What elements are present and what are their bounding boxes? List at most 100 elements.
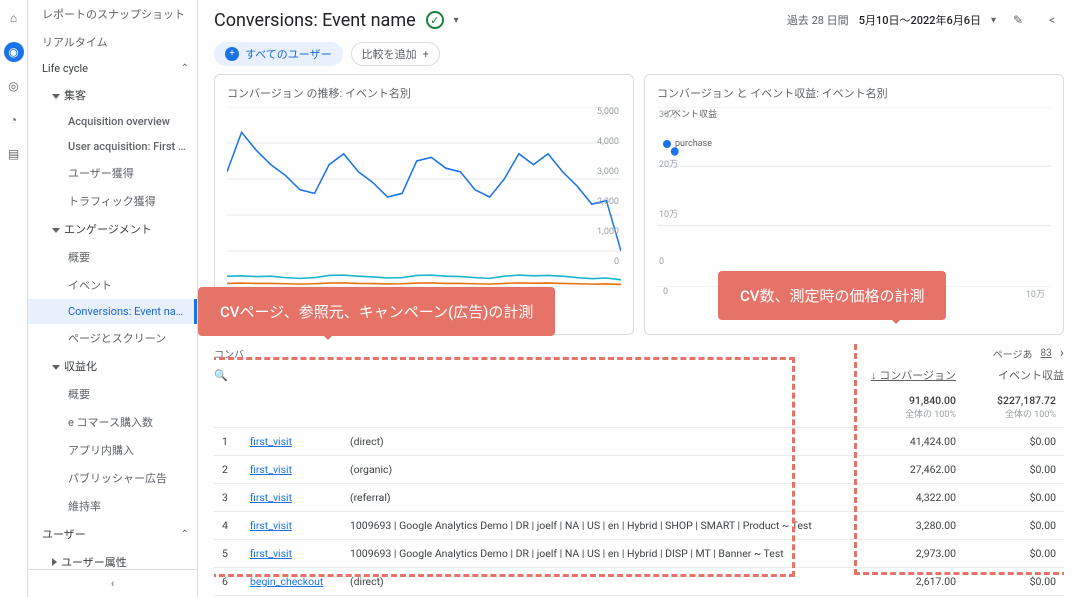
revenue-cell: $0.00 <box>964 428 1064 456</box>
sidebar-item[interactable]: イベント <box>28 271 197 299</box>
conversion-cell: 4,322.00 <box>864 484 964 512</box>
sidebar-item-label: User acquisition: First user ... <box>68 140 197 153</box>
sidebar-item-label: エンゲージメント <box>64 223 152 236</box>
chart-title: コンバージョン の推移: イベント名別 <box>227 85 621 101</box>
scatter-chart: イベント収益 purchase 30万20万10万0 <box>657 107 1051 287</box>
conversion-cell: 2,617.00 <box>864 568 964 596</box>
sidebar-item-label: レポートのスナップショット <box>42 8 185 21</box>
sidebar-item-label: ユーザー属性 <box>61 556 127 569</box>
revenue-cell: $0.00 <box>964 484 1064 512</box>
table-row: 6begin_checkout(direct)2,617.00$0.00 <box>214 568 1064 596</box>
sidebar-item[interactable]: Life cycle ⌃ <box>28 56 197 81</box>
event-link[interactable]: first_visit <box>250 491 292 504</box>
table-row: 2 first_visit (organic)27,462.00$0.00 <box>214 456 1064 484</box>
sidebar-item-label: e コマース購入数 <box>68 416 153 429</box>
sidebar-item[interactable]: トラフィック獲得 <box>28 187 197 215</box>
chevron-up-icon: ⌃ <box>181 63 189 74</box>
sidebar-item[interactable]: 維持率 <box>28 492 197 520</box>
date-range-prefix: 過去 28 日間 <box>787 12 849 28</box>
sidebar-item[interactable]: アプリ内購入 <box>28 436 197 464</box>
event-link[interactable]: first_visit <box>250 435 292 448</box>
explore-icon[interactable]: ◎ <box>4 76 24 96</box>
search-input[interactable] <box>236 369 420 381</box>
next-page-icon[interactable]: › <box>1060 345 1064 361</box>
chevron-icon <box>52 365 60 370</box>
line-chart: 5,0004,0003,0002,0001,0000 <box>227 107 621 287</box>
sidebar-item-label: リアルタイム <box>42 36 108 49</box>
row-index: 5 <box>214 540 242 568</box>
home-icon[interactable]: ⌂ <box>4 8 24 28</box>
sidebar-item[interactable]: ユーザー獲得 <box>28 159 197 187</box>
sidebar-item[interactable]: 概要 <box>28 243 197 271</box>
icon-rail: ⌂ ◉ ◎ ◔ ▤ <box>0 0 28 597</box>
reports-icon[interactable]: ◉ <box>4 42 24 62</box>
total-conversion: 91,840.00 <box>872 394 956 407</box>
status-check-icon: ✓ <box>426 11 444 29</box>
revenue-cell: $0.00 <box>964 456 1064 484</box>
event-link[interactable]: begin_checkout <box>250 575 323 588</box>
sidebar-item[interactable]: Acquisition overview <box>28 109 197 134</box>
sidebar-item[interactable]: パブリッシャー広告 <box>28 464 197 492</box>
chevron-icon <box>52 558 57 566</box>
data-table: 91,840.00 全体の 100% $227,187.72 全体の 100% … <box>214 387 1064 597</box>
sidebar-item[interactable]: 収益化 <box>28 352 197 380</box>
customize-icon[interactable]: ✎ <box>1006 8 1030 32</box>
x-secondary-label: コンバ <box>214 346 244 361</box>
annotation-right: CV数、測定時の価格の計測 <box>718 271 946 320</box>
chevron-down-icon[interactable]: ▾ <box>991 15 996 26</box>
rows-per-page-label: ページあ <box>993 346 1033 361</box>
conversion-cell: 27,462.00 <box>864 456 964 484</box>
all-users-chip[interactable]: + すべてのユーザー <box>214 42 343 66</box>
chevron-down-icon[interactable]: ▾ <box>454 15 459 26</box>
rows-per-page-value[interactable]: 83 <box>1041 348 1052 359</box>
filter-chips: + すべてのユーザー 比較を追加 + <box>198 40 1080 74</box>
compare-label: 比較を追加 <box>362 46 417 62</box>
sidebar-item-label: イベント <box>68 279 112 292</box>
event-link[interactable]: first_visit <box>250 547 292 560</box>
configure-icon[interactable]: ▤ <box>4 144 24 164</box>
col-revenue-header[interactable]: イベント収益 <box>964 367 1064 383</box>
sidebar-item[interactable]: レポートのスナップショット <box>28 0 197 28</box>
sidebar-item-label: ユーザー獲得 <box>68 167 134 180</box>
sidebar-item-label: 集客 <box>64 89 86 102</box>
search-icon[interactable]: 🔍 <box>214 369 228 382</box>
row-index: 2 <box>214 456 242 484</box>
event-link[interactable]: first_visit <box>250 463 292 476</box>
sidebar-item-label: Conversions: Event name <box>68 305 191 318</box>
sidebar-item[interactable]: ページとスクリーン <box>28 324 197 352</box>
sidebar-item[interactable]: User acquisition: First user ... <box>28 134 197 159</box>
sidebar-item-label: パブリッシャー広告 <box>68 472 167 485</box>
pagination-control: コンバ ページあ 83 › <box>214 343 1064 363</box>
campaign-cell: (direct) <box>342 568 864 596</box>
total-revenue: $227,187.72 <box>972 394 1056 407</box>
campaign-cell: (organic) <box>342 456 864 484</box>
table-row: 3first_visit(referral)4,322.00$0.00 <box>214 484 1064 512</box>
revenue-cell: $0.00 <box>964 568 1064 596</box>
col-conversion-header[interactable]: ↓ コンバージョン <box>856 367 956 383</box>
sidebar-item[interactable]: e コマース購入数 <box>28 408 197 436</box>
row-index: 3 <box>214 484 242 512</box>
main-content: Conversions: Event name ✓ ▾ 過去 28 日間 5月1… <box>198 0 1080 597</box>
annotation-left: CVページ、参照元、キャンペーン(広告)の計測 <box>198 287 555 336</box>
advertising-icon[interactable]: ◔ <box>4 110 24 130</box>
sidebar-item-label: ユーザー <box>42 526 86 542</box>
sidebar-collapse-button[interactable]: ‹ <box>28 569 197 597</box>
date-range[interactable]: 5月10日～2022年6月6日 <box>859 12 981 28</box>
sidebar-item[interactable]: リアルタイム <box>28 28 197 56</box>
sidebar-item[interactable]: ユーザー⌃ <box>28 520 197 548</box>
event-link[interactable]: first_visit <box>250 519 292 532</box>
campaign-cell: 1009693 | Google Analytics Demo | DR | j… <box>342 512 864 540</box>
sidebar-item[interactable]: 集客 <box>28 81 197 109</box>
total-conversion-sub: 全体の 100% <box>872 407 956 420</box>
sidebar-item[interactable]: エンゲージメント <box>28 215 197 243</box>
table-row: 5first_visit1009693 | Google Analytics D… <box>214 540 1064 568</box>
conversion-cell: 41,424.00 <box>864 428 964 456</box>
data-table-wrap: コンバ ページあ 83 › 🔍 ↓ コンバージョン イベント収益 91,840.… <box>214 343 1064 597</box>
revenue-cell: $0.00 <box>964 512 1064 540</box>
sidebar-item-label: Life cycle <box>42 62 88 75</box>
share-icon[interactable]: < <box>1040 8 1064 32</box>
sidebar-item[interactable]: 概要 <box>28 380 197 408</box>
table-row: 4first_visit1009693 | Google Analytics D… <box>214 512 1064 540</box>
add-comparison-chip[interactable]: 比較を追加 + <box>351 42 440 66</box>
sidebar-item[interactable]: Conversions: Event name <box>28 299 197 324</box>
